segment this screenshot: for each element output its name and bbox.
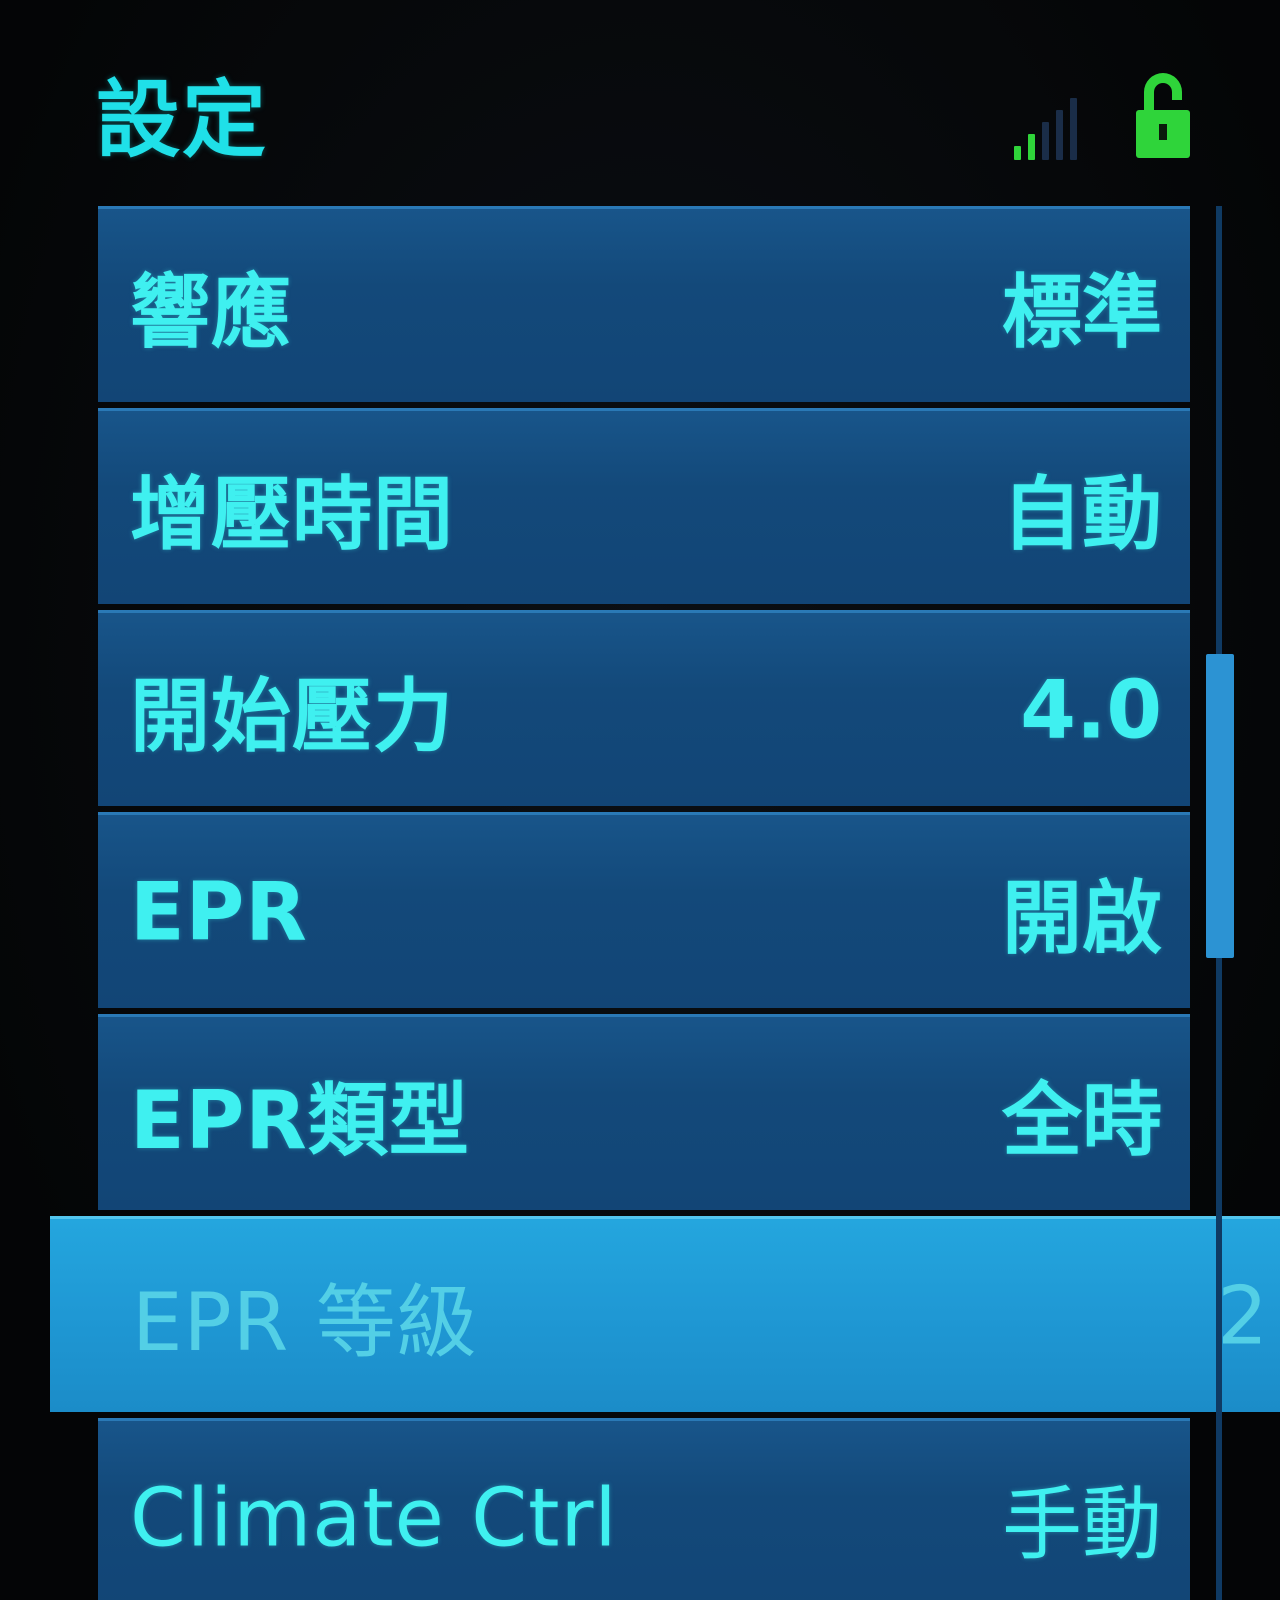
menu-item-epr[interactable]: EPR 開啟 <box>98 812 1190 1008</box>
menu-item-value: 全時 <box>1002 1073 1162 1167</box>
settings-menu: 響應 標準 增壓時間 自動 開始壓力 4.0 EPR 開啟 EPR類型 全時 E… <box>50 206 1280 1600</box>
menu-item-value: 開啟 <box>1002 871 1162 965</box>
page-title: 設定 <box>96 71 269 169</box>
menu-item-label: EPR類型 <box>130 1073 470 1167</box>
signal-strength-icon <box>1014 96 1100 160</box>
menu-item-value: 2 <box>1217 1269 1268 1362</box>
menu-item-value: 自動 <box>1002 467 1162 561</box>
menu-item-label: 響應 <box>130 265 292 359</box>
menu-item-value: 手動 <box>1002 1477 1162 1571</box>
menu-item-label: EPR <box>130 865 308 958</box>
menu-item-value: 4.0 <box>1020 663 1162 756</box>
menu-item-climate-ctrl[interactable]: Climate Ctrl 手動 <box>98 1418 1190 1600</box>
menu-item-ramp-time[interactable]: 增壓時間 自動 <box>98 408 1190 604</box>
device-screen: 設定 響應 標準 增壓時間 自動 開始壓力 4.0 EPR 開啟 EPR類型 全… <box>0 0 1280 1600</box>
menu-item-label: 增壓時間 <box>130 467 454 561</box>
lock-icon <box>1134 70 1192 160</box>
menu-item-label: EPR 等級 <box>132 1275 478 1369</box>
menu-item-label: Climate Ctrl <box>130 1471 618 1564</box>
menu-item-value: 標準 <box>1002 265 1162 359</box>
scrollbar-thumb[interactable] <box>1206 654 1234 958</box>
menu-item-start-pressure[interactable]: 開始壓力 4.0 <box>98 610 1190 806</box>
menu-item-epr-level[interactable]: EPR 等級 2 <box>50 1216 1280 1412</box>
menu-item-epr-type[interactable]: EPR類型 全時 <box>98 1014 1190 1210</box>
menu-item-label: 開始壓力 <box>130 669 454 763</box>
menu-item-response[interactable]: 響應 標準 <box>98 206 1190 402</box>
